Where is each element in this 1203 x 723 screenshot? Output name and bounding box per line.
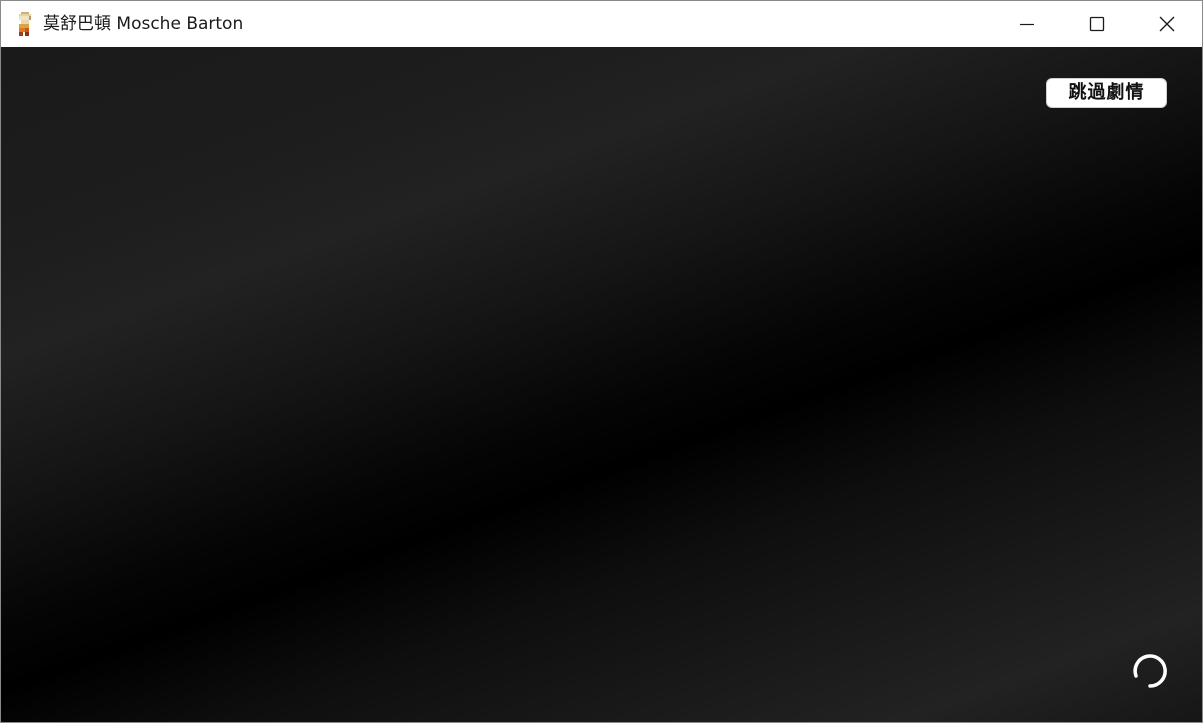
pixel-character-icon <box>19 12 31 36</box>
close-icon <box>1159 16 1175 32</box>
maximize-button[interactable] <box>1062 1 1132 47</box>
title-bar[interactable]: 莫舒巴頓 Mosche Barton <box>1 1 1202 47</box>
game-window: 莫舒巴頓 Mosche Barton 跳過劇情 <box>0 0 1203 723</box>
close-button[interactable] <box>1132 1 1202 47</box>
maximize-icon <box>1089 16 1105 32</box>
game-canvas[interactable]: 跳過劇情 <box>1 47 1202 722</box>
skip-story-button[interactable]: 跳過劇情 <box>1046 78 1167 108</box>
minimize-button[interactable] <box>992 1 1062 47</box>
loading-spinner-icon <box>1133 654 1167 688</box>
window-title: 莫舒巴頓 Mosche Barton <box>43 14 244 34</box>
minimize-icon <box>1020 23 1034 26</box>
